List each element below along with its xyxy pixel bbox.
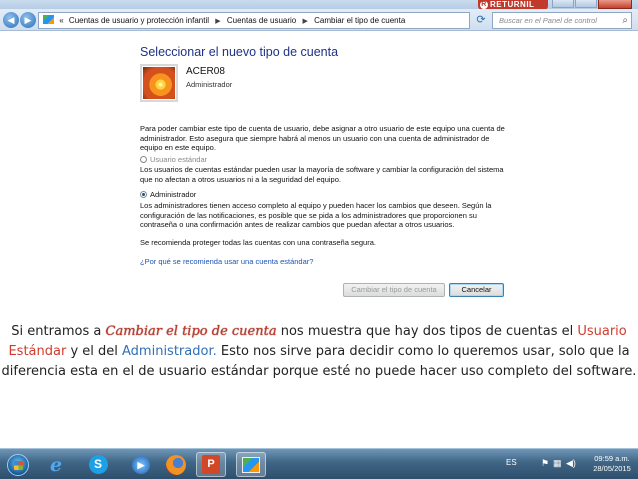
network-icon[interactable]: ▦ xyxy=(553,458,562,469)
skype-icon[interactable]: S xyxy=(82,452,114,477)
clock-date: 28/05/2015 xyxy=(593,464,631,473)
search-placeholder: Buscar en el Panel de control xyxy=(499,16,597,25)
returnil-logo-icon: R xyxy=(480,1,488,9)
start-button[interactable] xyxy=(3,452,33,477)
radio-standard-label[interactable]: Usuario estándar xyxy=(150,155,207,164)
control-panel-taskbar-icon[interactable] xyxy=(236,452,266,477)
action-center-flag-icon[interactable]: ⚑ xyxy=(541,458,549,469)
refresh-icon[interactable]: ⟳ xyxy=(474,13,488,27)
powerpoint-label: P xyxy=(202,455,220,474)
powerpoint-icon[interactable]: P xyxy=(196,452,226,477)
flower-avatar-icon xyxy=(143,67,175,99)
avatar xyxy=(140,64,178,102)
close-button[interactable] xyxy=(598,0,632,9)
account-role: Administrador xyxy=(186,80,233,89)
internet-explorer-icon[interactable]: e xyxy=(40,452,72,477)
caption-text: y el del xyxy=(66,344,123,359)
breadcrumb-separator-icon[interactable]: ▶ xyxy=(303,18,308,25)
volume-icon[interactable]: ◀) xyxy=(566,458,576,469)
media-player-icon[interactable]: ▶ xyxy=(125,452,157,477)
back-arrow-icon[interactable]: ◀ xyxy=(3,12,19,28)
intro-text: Para poder cambiar este tipo de cuenta d… xyxy=(140,124,505,152)
cancel-button[interactable]: Cancelar xyxy=(449,283,504,297)
slide-caption: Si entramos a Cambiar el tipo de cuenta … xyxy=(0,322,638,382)
breadcrumb-item[interactable]: Cambiar el tipo de cuenta xyxy=(314,16,405,25)
control-panel-icon xyxy=(43,15,54,24)
control-panel-window: R RETURNIL ◀ ▶ « Cuentas de usuario y pr… xyxy=(0,0,638,300)
caption-text: Si entramos a xyxy=(11,324,106,339)
recommend-text: Se recomienda proteger todas las cuentas… xyxy=(140,238,376,247)
firefox-icon[interactable] xyxy=(160,452,192,477)
radio-button-icon[interactable] xyxy=(140,156,147,163)
caption-administrator: Administrador. xyxy=(122,344,217,359)
clock-time: 09:59 a.m. xyxy=(594,454,630,463)
help-link[interactable]: ¿Por qué se recomienda usar una cuenta e… xyxy=(140,257,313,266)
caption-text: nos muestra que hay dos tipos de cuentas… xyxy=(276,324,578,339)
change-account-type-button[interactable]: Cambiar el tipo de cuenta xyxy=(343,283,445,297)
radio-administrator[interactable]: Administrador xyxy=(140,190,196,199)
maximize-button[interactable] xyxy=(575,0,597,8)
forward-arrow-icon[interactable]: ▶ xyxy=(20,12,36,28)
skype-label: S xyxy=(88,455,108,474)
returnil-label: RETURNIL xyxy=(490,0,535,9)
breadcrumb-item[interactable]: Cuentas de usuario xyxy=(227,16,296,25)
radio-admin-label[interactable]: Administrador xyxy=(150,190,196,199)
radio-button-selected-icon[interactable] xyxy=(140,191,147,198)
radio-standard-user[interactable]: Usuario estándar xyxy=(140,155,207,164)
breadcrumb-item[interactable]: Cuentas de usuario y protección infantil xyxy=(69,16,209,25)
language-indicator[interactable]: ES xyxy=(506,458,517,467)
search-icon[interactable]: ⌕ xyxy=(622,13,628,28)
clock[interactable]: 09:59 a.m. 28/05/2015 xyxy=(590,454,634,474)
account-name: ACER08 xyxy=(186,66,225,77)
taskbar: e S ▶ P ES ⚑ ▦ ◀) 09:59 a.m. 28/05/2015 xyxy=(0,448,638,479)
search-input[interactable]: Buscar en el Panel de control ⌕ xyxy=(492,12,632,29)
windows-logo-icon xyxy=(7,453,29,476)
address-bar: ◀ ▶ « Cuentas de usuario y protección in… xyxy=(0,9,638,31)
address-field[interactable]: « Cuentas de usuario y protección infant… xyxy=(38,12,470,29)
address-back-chevron[interactable]: « xyxy=(59,16,63,25)
breadcrumb-separator-icon[interactable]: ▶ xyxy=(215,18,220,25)
administrator-description: Los administradores tienen acceso comple… xyxy=(140,201,492,229)
caption-highlight: Cambiar el tipo de cuenta xyxy=(105,324,277,339)
standard-user-description: Los usuarios de cuentas estándar pueden … xyxy=(140,165,504,184)
page-title: Seleccionar el nuevo tipo de cuenta xyxy=(140,45,339,59)
minimize-button[interactable] xyxy=(552,0,574,8)
